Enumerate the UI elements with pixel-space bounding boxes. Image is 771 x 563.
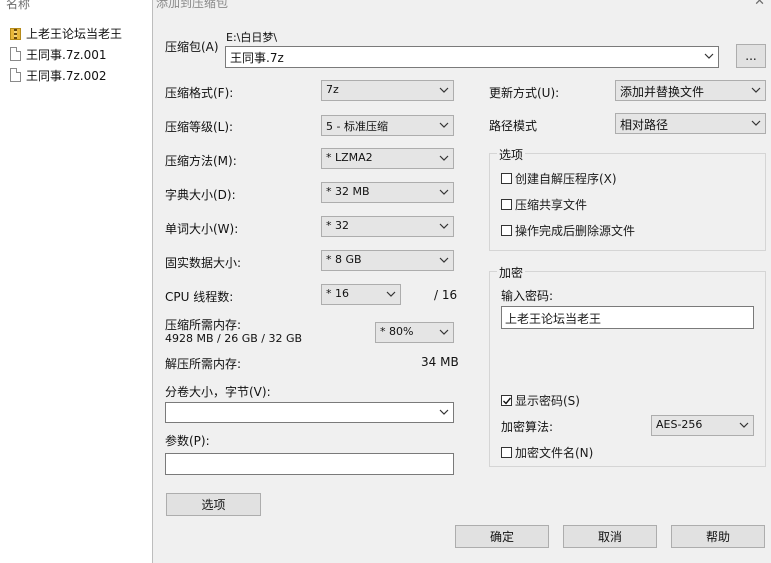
options-group-title: 选项 (497, 146, 526, 163)
compress-memory-label: 压缩所需内存: (165, 318, 242, 332)
chevron-down-icon[interactable] (438, 253, 450, 267)
encryption-method-select[interactable]: AES-256 (651, 415, 754, 436)
dictionary-size-value: * 32 MB (326, 185, 370, 198)
checkbox-label: 压缩共享文件 (515, 198, 588, 212)
file-name: 王同事.7z.002 (26, 68, 107, 83)
memory-usage-value: * 80% (380, 325, 414, 338)
method-select[interactable]: * LZMA2 (321, 148, 454, 169)
checkbox-box[interactable] (501, 225, 512, 236)
path-mode-select[interactable]: 相对路径 (615, 113, 766, 134)
encrypt-filenames-checkbox[interactable]: 加密文件名(N) (501, 444, 593, 461)
memory-usage-select[interactable]: * 80% (375, 322, 454, 343)
checkbox-label: 显示密码(S) (515, 394, 580, 408)
level-value: 5 - 标准压缩 (326, 120, 388, 133)
zip-folder-icon (10, 26, 21, 40)
checkbox-label: 加密文件名(N) (515, 446, 594, 460)
method-label: 压缩方法(M): (165, 154, 237, 168)
checkbox-box[interactable] (501, 173, 512, 184)
volume-size-combobox[interactable] (165, 402, 454, 423)
word-size-value: * 32 (326, 219, 349, 232)
file-explorer-pane: 名称 上老王论坛当老王 王同事.7z.001 王同事.7z.002 (0, 0, 152, 563)
update-mode-value: 添加并替换文件 (620, 85, 705, 99)
format-label: 压缩格式(F): (165, 86, 234, 100)
update-mode-select[interactable]: 添加并替换文件 (615, 80, 766, 101)
level-select[interactable]: 5 - 标准压缩 (321, 115, 454, 136)
path-mode-label: 路径模式 (489, 119, 538, 133)
file-icon (10, 68, 21, 82)
password-input[interactable]: 上老王论坛当老王 (501, 306, 754, 329)
checkbox-checked-box[interactable] (501, 395, 512, 406)
checkbox-box[interactable] (501, 447, 512, 458)
file-icon (10, 47, 21, 61)
compress-shared-checkbox[interactable]: 压缩共享文件 (501, 196, 587, 213)
options-button[interactable]: 选项 (166, 493, 261, 516)
archive-directory: E:\白日梦\ (226, 31, 278, 44)
archive-label: 压缩包(A) (165, 40, 219, 54)
list-item[interactable]: 王同事.7z.001 (10, 45, 106, 63)
chevron-down-icon[interactable] (738, 418, 750, 432)
show-password-checkbox[interactable]: 显示密码(S) (501, 392, 580, 409)
chevron-down-icon[interactable] (438, 325, 450, 339)
level-label: 压缩等级(L): (165, 120, 234, 134)
chevron-down-icon[interactable] (703, 49, 715, 63)
chevron-down-icon[interactable] (438, 219, 450, 233)
chevron-down-icon[interactable] (438, 151, 450, 165)
file-name: 王同事.7z.001 (26, 47, 107, 62)
parameters-label: 参数(P): (165, 434, 210, 448)
screen: 名称 上老王论坛当老王 王同事.7z.001 王同事.7z.002 添加到压缩包… (0, 0, 771, 563)
path-mode-value: 相对路径 (620, 118, 669, 132)
word-size-select[interactable]: * 32 (321, 216, 454, 237)
encryption-method-value: AES-256 (656, 418, 703, 431)
checkbox-label: 创建自解压程序(X) (515, 172, 617, 186)
browse-button[interactable]: ... (736, 44, 766, 68)
cpu-threads-select[interactable]: * 16 (321, 284, 401, 305)
archive-name-combobox[interactable]: 王同事.7z (225, 46, 719, 68)
cancel-button[interactable]: 取消 (563, 525, 657, 548)
cpu-threads-total: / 16 (434, 288, 458, 302)
parameters-input[interactable] (165, 453, 454, 475)
encryption-method-label: 加密算法: (501, 420, 554, 434)
solid-block-value: * 8 GB (326, 253, 362, 266)
ok-button[interactable]: 确定 (455, 525, 549, 548)
chevron-down-icon[interactable] (438, 83, 450, 97)
chevron-down-icon[interactable] (385, 287, 397, 301)
decompress-memory-label: 解压所需内存: (165, 357, 242, 371)
solid-block-label: 固实数据大小: (165, 256, 242, 270)
password-label: 输入密码: (501, 289, 554, 303)
delete-after-checkbox[interactable]: 操作完成后删除源文件 (501, 222, 635, 239)
create-sfx-checkbox[interactable]: 创建自解压程序(X) (501, 170, 617, 187)
checkbox-label: 操作完成后删除源文件 (515, 224, 636, 238)
format-select[interactable]: 7z (321, 80, 454, 101)
password-value: 上老王论坛当老王 (505, 312, 602, 326)
format-value: 7z (326, 83, 339, 96)
compress-memory-detail: 4928 MB / 26 GB / 32 GB (165, 332, 303, 345)
method-value: * LZMA2 (326, 151, 373, 164)
dictionary-size-select[interactable]: * 32 MB (321, 182, 454, 203)
column-header-name[interactable]: 名称 (6, 0, 30, 12)
file-name: 上老王论坛当老王 (26, 26, 123, 41)
list-item[interactable]: 上老王论坛当老王 (10, 24, 122, 42)
archive-name-value: 王同事.7z (230, 51, 284, 65)
word-size-label: 单词大小(W): (165, 222, 239, 236)
decompress-memory-value: 34 MB (421, 355, 459, 369)
dictionary-size-label: 字典大小(D): (165, 188, 236, 202)
dialog-title: 添加到压缩包 (156, 0, 229, 10)
update-mode-label: 更新方式(U): (489, 86, 560, 100)
close-icon[interactable]: ✕ (754, 0, 765, 9)
checkbox-box[interactable] (501, 199, 512, 210)
help-button[interactable]: 帮助 (671, 525, 765, 548)
volume-size-label: 分卷大小，字节(V): (165, 385, 271, 399)
chevron-down-icon[interactable] (750, 116, 762, 130)
chevron-down-icon[interactable] (438, 185, 450, 199)
cpu-threads-label: CPU 线程数: (165, 290, 234, 304)
cpu-threads-value: * 16 (326, 287, 349, 300)
encryption-group-title: 加密 (497, 264, 526, 281)
chevron-down-icon[interactable] (438, 405, 450, 419)
chevron-down-icon[interactable] (750, 83, 762, 97)
chevron-down-icon[interactable] (438, 118, 450, 132)
solid-block-select[interactable]: * 8 GB (321, 250, 454, 271)
add-to-archive-dialog: 添加到压缩包 ✕ 压缩包(A) E:\白日梦\ 王同事.7z ... 压缩格式(… (152, 0, 771, 563)
list-item[interactable]: 王同事.7z.002 (10, 66, 106, 84)
